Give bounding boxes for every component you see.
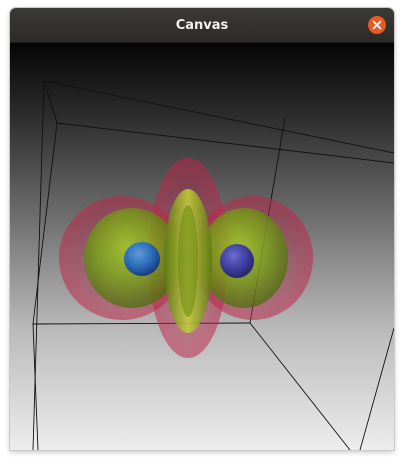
close-icon [372, 20, 382, 30]
window-title: Canvas [175, 17, 229, 33]
titlebar[interactable]: Canvas [10, 8, 394, 43]
orbital-scene [32, 80, 394, 450]
render-canvas[interactable] [10, 43, 394, 450]
close-button[interactable] [368, 16, 386, 34]
app-window: Canvas [10, 8, 394, 450]
